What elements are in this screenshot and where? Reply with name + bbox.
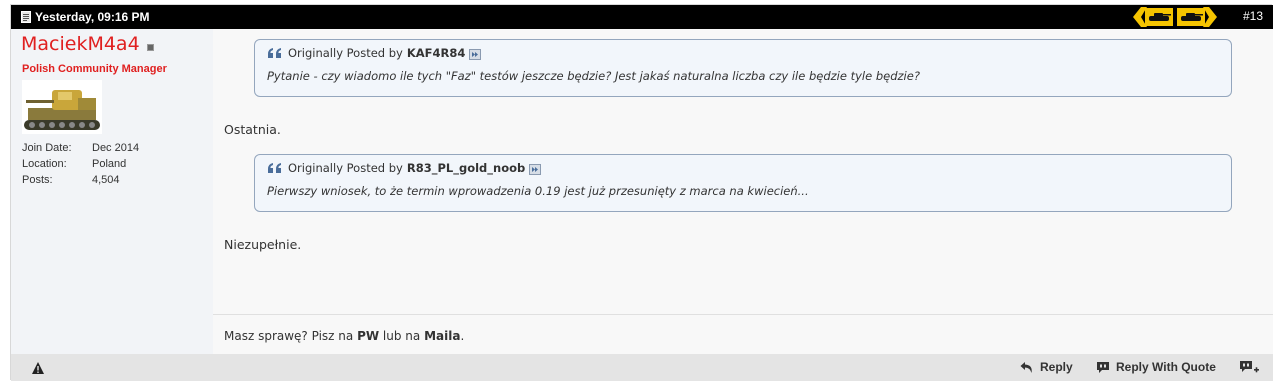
reply-label: Reply: [1040, 360, 1073, 374]
stat-location: Location: Poland: [22, 156, 139, 172]
post-footer: Reply Reply With Quote: [11, 354, 1273, 381]
view-post-icon[interactable]: [529, 164, 542, 175]
multiquote-plus-icon: [1240, 361, 1259, 373]
quote-bubble-icon: [1097, 361, 1109, 373]
quote-header: Originally Posted by R83_PL_gold_noob: [267, 160, 542, 176]
document-icon: [21, 11, 31, 23]
quote-block: Originally Posted by KAF4R84 Pytanie - c…: [254, 39, 1232, 97]
warning-icon[interactable]: [31, 361, 45, 375]
quote-text: Pytanie - czy wiadomo ile tych "Faz" tes…: [267, 69, 920, 83]
reply-arrow-icon: [1020, 361, 1032, 373]
avatar[interactable]: [22, 80, 102, 134]
reply-with-quote-label: Reply With Quote: [1116, 360, 1216, 374]
offline-status-icon: [147, 44, 154, 51]
multiquote-button[interactable]: [1239, 360, 1265, 374]
stat-join-date: Join Date: Dec 2014: [22, 140, 139, 156]
quote-mark-icon: [268, 48, 281, 58]
reply-button[interactable]: Reply: [1020, 360, 1073, 374]
maila-link[interactable]: Maila: [424, 329, 460, 343]
stat-value: 4,504: [92, 174, 120, 186]
stat-value: Poland: [92, 158, 127, 170]
stat-posts: Posts: 4,504: [22, 172, 139, 188]
username-link[interactable]: MaciekM4a4: [21, 31, 140, 57]
message-text: Ostatnia.: [224, 122, 281, 137]
quote-author[interactable]: R83_PL_gold_noob: [407, 160, 525, 176]
stat-label: Posts:: [22, 174, 53, 186]
user-stats: Join Date: Dec 2014 Location: Poland Pos…: [22, 140, 139, 188]
signature-text: Masz sprawę? Pisz na PW lub na Maila.: [224, 329, 464, 343]
quote-text: Pierwszy wniosek, to że termin wprowadze…: [267, 184, 809, 198]
quote-author[interactable]: KAF4R84: [407, 45, 466, 61]
quote-block: Originally Posted by R83_PL_gold_noob Pi…: [254, 154, 1232, 212]
post-date-area: Yesterday, 09:16 PM: [21, 10, 150, 24]
signature-part: lub na: [379, 329, 425, 343]
quote-prefix: Originally Posted by: [288, 46, 403, 60]
quote-mark-icon: [268, 163, 281, 173]
user-info-panel: MaciekM4a4 Polish Community Manager Join…: [11, 29, 213, 354]
signature-part: Masz sprawę? Pisz na: [224, 329, 358, 343]
signature-part: .: [460, 329, 465, 343]
post-date: Yesterday, 09:16 PM: [35, 10, 150, 24]
stat-label: Location:: [22, 158, 67, 170]
stat-label: Join Date:: [22, 142, 72, 154]
signature: Masz sprawę? Pisz na PW lub na Maila.: [213, 314, 1273, 354]
view-post-icon[interactable]: [469, 49, 482, 60]
post-header: Yesterday, 09:16 PM #13: [11, 5, 1273, 29]
message-text: Niezupełnie.: [224, 237, 302, 252]
stat-value: Dec 2014: [92, 142, 140, 154]
post-number-link[interactable]: #13: [1243, 9, 1263, 23]
quote-header: Originally Posted by KAF4R84: [267, 45, 482, 61]
reply-with-quote-button[interactable]: Reply With Quote: [1096, 360, 1216, 374]
pw-link[interactable]: PW: [357, 329, 379, 343]
post-content: Originally Posted by KAF4R84 Pytanie - c…: [213, 29, 1273, 314]
forum-post: Yesterday, 09:16 PM #13 MaciekM4a4 Polis…: [10, 4, 1273, 381]
quote-prefix: Originally Posted by: [288, 161, 403, 175]
tank-badge-icon: [1133, 7, 1217, 27]
user-title: Polish Community Manager: [22, 63, 167, 75]
